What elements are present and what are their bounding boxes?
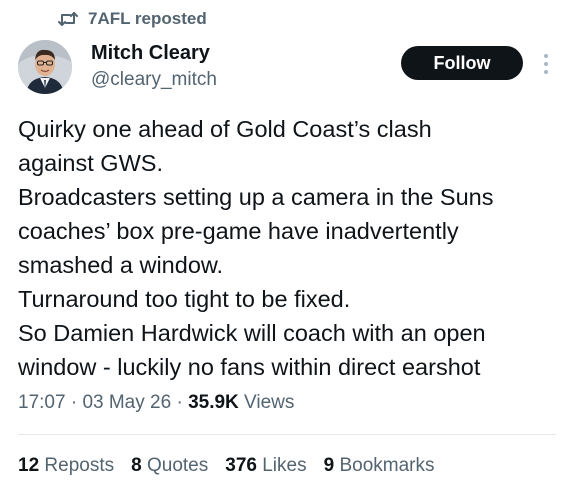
divider: [18, 434, 556, 435]
tweet-time[interactable]: 17:07: [18, 392, 66, 413]
views-count: 35.9K: [188, 392, 239, 413]
meta-separator: ·: [70, 392, 78, 413]
tweet-date[interactable]: 03 May 26: [82, 392, 171, 413]
bookmarks-label: Bookmarks: [339, 455, 435, 476]
repost-indicator[interactable]: 7AFL reposted: [58, 6, 207, 32]
more-vertical-icon[interactable]: [537, 50, 555, 78]
tweet-text-line: Quirky one ahead of Gold Coast’s clash: [18, 116, 432, 142]
engagement-stats: 12 Reposts 8 Quotes 376 Likes 9 Bookmark…: [18, 455, 434, 477]
tweet-text-line: window - luckily no fans within direct e…: [18, 354, 481, 380]
quotes-stat[interactable]: 8 Quotes: [131, 455, 208, 477]
follow-button[interactable]: Follow: [401, 46, 523, 80]
repost-icon: [58, 11, 78, 27]
tweet: 7AFL reposted Mitch Cleary @cleary_mitch…: [0, 0, 573, 500]
author-handle[interactable]: @cleary_mitch: [91, 69, 217, 91]
reposts-count: 12: [18, 455, 40, 476]
reposts-stat[interactable]: 12 Reposts: [18, 455, 114, 477]
tweet-meta: 17:07 · 03 May 26 · 35.9K Views: [18, 392, 294, 414]
tweet-text-line: smashed a window.: [18, 252, 224, 278]
author-name[interactable]: Mitch Cleary: [91, 42, 210, 65]
likes-stat[interactable]: 376 Likes: [225, 455, 306, 477]
bookmarks-count: 9: [323, 455, 335, 476]
tweet-text-line: Turnaround too tight to be fixed.: [18, 286, 351, 312]
tweet-text-line: against GWS.: [18, 150, 163, 176]
avatar[interactable]: [18, 40, 72, 94]
tweet-text-line: Broadcasters setting up a camera in the …: [18, 184, 494, 210]
quotes-label: Quotes: [146, 455, 209, 476]
tweet-text-line: So Damien Hardwick will coach with an op…: [18, 320, 486, 346]
repost-label: 7AFL reposted: [88, 9, 207, 28]
tweet-text-line: coaches’ box pre-game have inadvertently: [18, 218, 459, 244]
reposts-label: Reposts: [44, 455, 115, 476]
likes-label: Likes: [262, 455, 307, 476]
bookmarks-stat[interactable]: 9 Bookmarks: [324, 455, 435, 477]
views-label: Views: [244, 392, 295, 413]
tweet-text: Quirky one ahead of Gold Coast’s clash a…: [18, 112, 563, 384]
meta-separator: ·: [176, 392, 183, 413]
quotes-count: 8: [131, 455, 142, 476]
likes-count: 376: [225, 455, 257, 476]
